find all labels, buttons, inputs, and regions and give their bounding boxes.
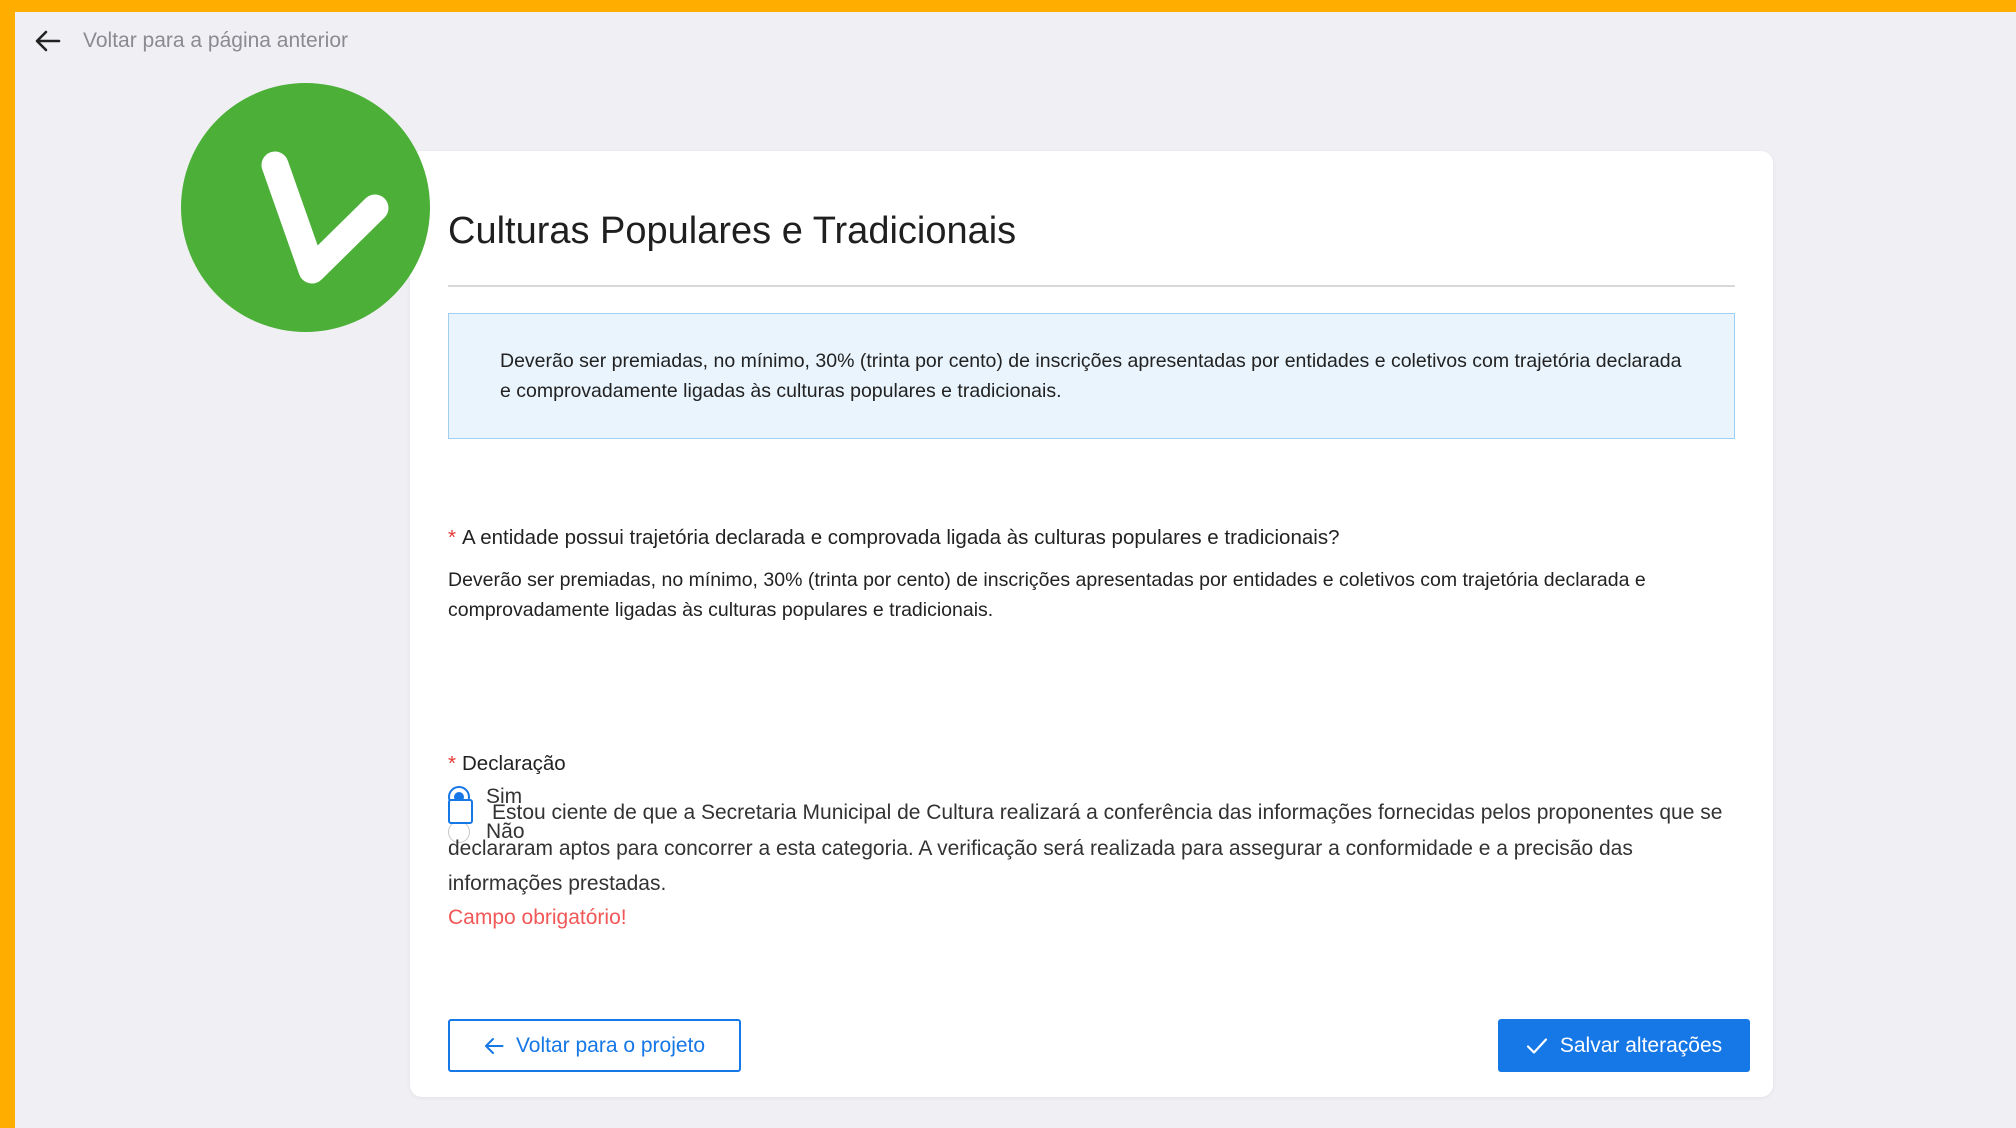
check-icon [1526,1037,1560,1055]
question-help-text: Deverão ser premiadas, no mínimo, 30% (t… [448,569,1646,621]
declaration-title: Declaração [461,752,566,775]
question-text: A entidade possui trajetória declarada e… [461,526,1340,549]
title-divider [448,285,1735,287]
back-to-project-label: Voltar para o projeto [515,1033,706,1057]
back-to-previous-page-link[interactable]: Voltar para a página anterior [35,16,348,66]
required-field-error: Campo obrigatório! [448,906,627,929]
back-link-label: Voltar para a página anterior [83,29,349,52]
arrow-down-right-icon [181,83,430,332]
page-background: Voltar para a página anterior Culturas P… [15,12,2016,1128]
declaration-checkbox[interactable] [448,799,473,824]
form-card: Culturas Populares e Tradicionais Deverã… [410,151,1773,1097]
question-label: * A entidade possui trajetória declarada … [448,523,1339,553]
required-marker: * [448,752,456,775]
info-notice-text: Deverão ser premiadas, no mínimo, 30% (t… [500,350,1682,402]
declaration-text: Estou ciente de que a Secretaria Municip… [448,801,1723,895]
arrow-left-icon [484,1037,516,1055]
back-to-project-button[interactable]: Voltar para o projeto [448,1019,741,1072]
declaration-checkbox-row: Estou ciente de que a Secretaria Municip… [448,795,1748,902]
info-notice: Deverão ser premiadas, no mínimo, 30% (t… [448,313,1735,439]
arrow-left-icon [35,30,61,52]
save-changes-button[interactable]: Salvar alterações [1498,1019,1750,1072]
page-title: Culturas Populares e Tradicionais [448,210,1017,252]
save-changes-label: Salvar alterações [1559,1033,1723,1057]
declaration-label: * Declaração [448,749,566,779]
required-marker: * [448,526,456,549]
